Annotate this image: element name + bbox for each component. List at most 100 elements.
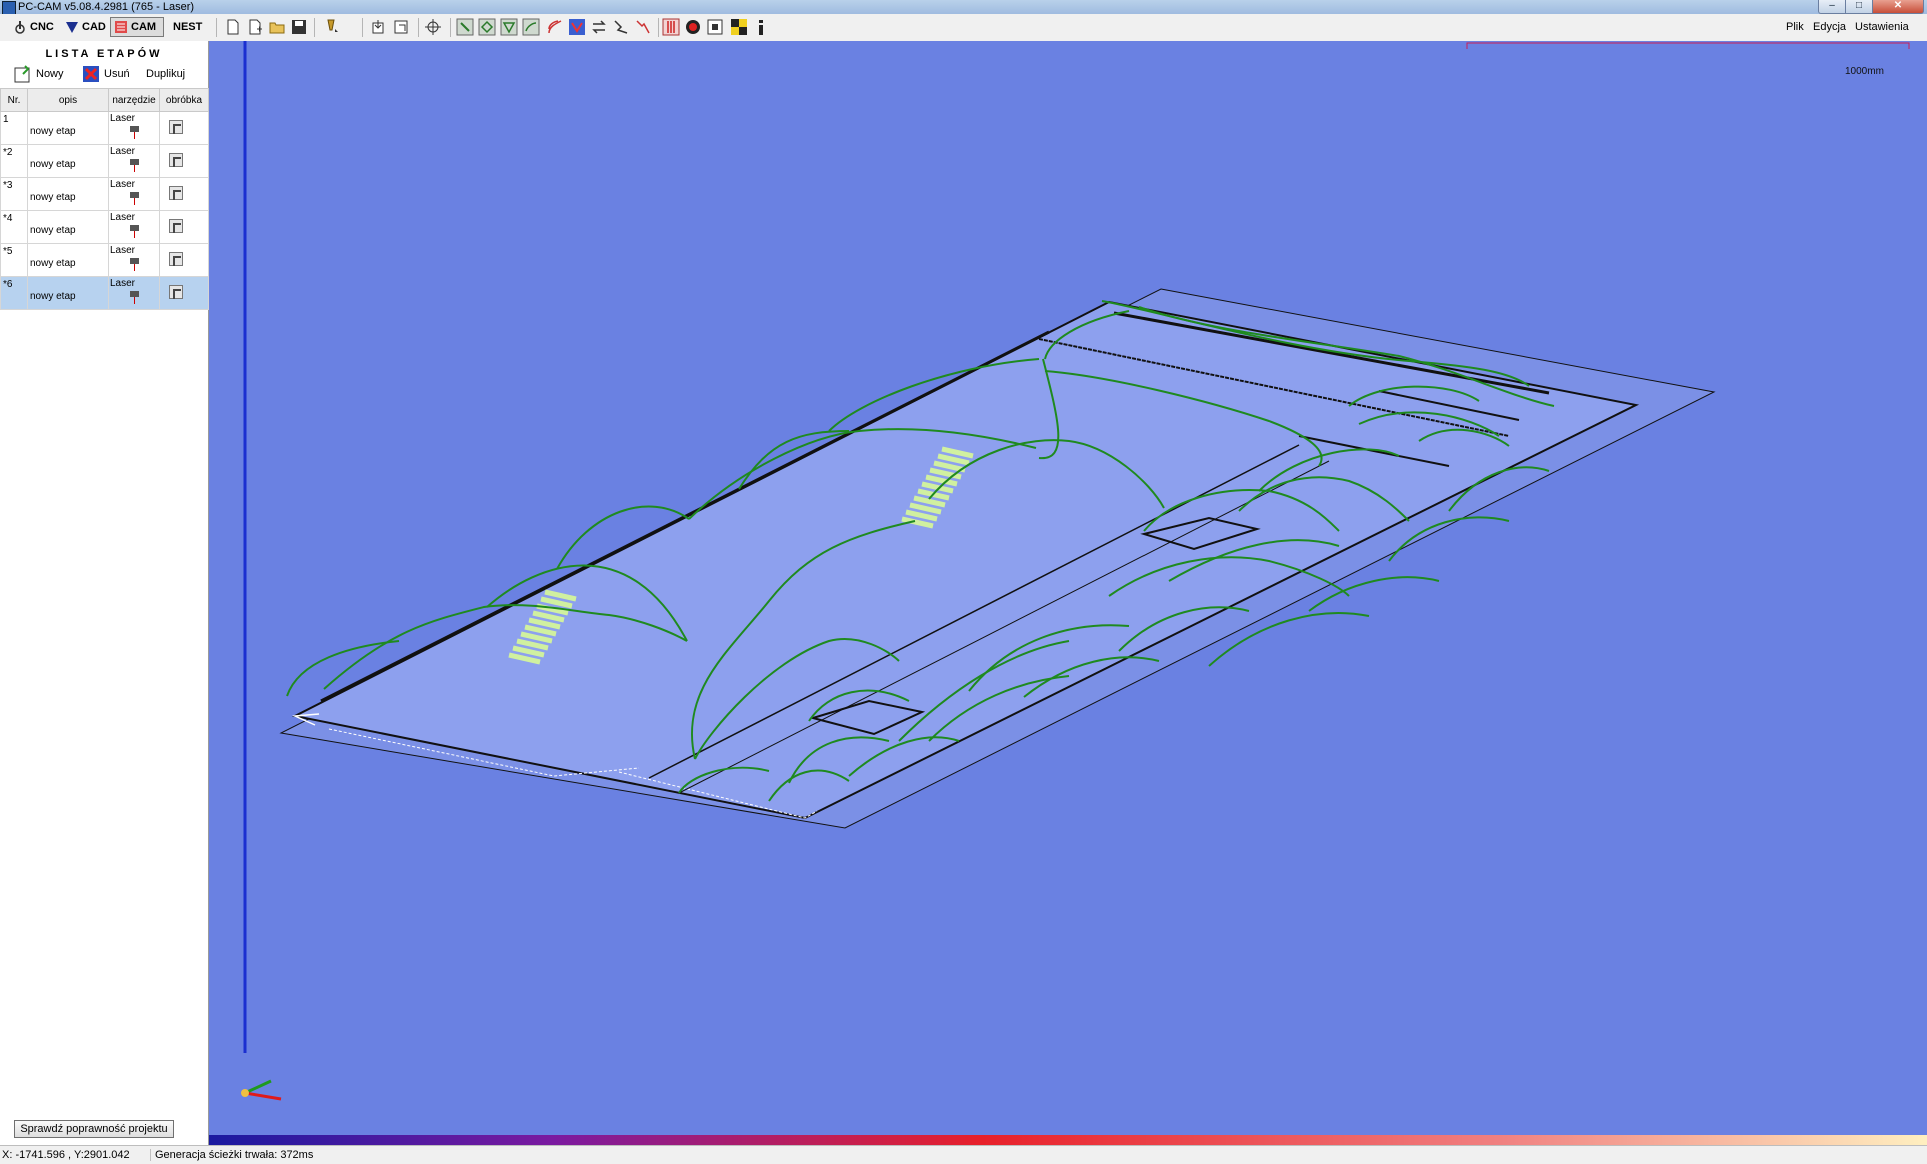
processing-icon <box>169 120 183 134</box>
processing-icon <box>169 186 183 200</box>
cell-tool[interactable]: Laser <box>108 111 160 145</box>
stage-number: *5 <box>3 246 13 257</box>
color-gradient-bar <box>209 1135 1927 1145</box>
table-row-selected[interactable]: *6 nowy etap Laser <box>0 276 209 310</box>
table-row[interactable]: 1 nowy etap Laser <box>0 111 209 145</box>
cell-opis: nowy etap <box>27 177 109 211</box>
cell-processing[interactable] <box>159 111 209 145</box>
cad-icon <box>66 22 78 33</box>
tool-icon[interactable] <box>322 18 340 36</box>
delete-stage-label: Usuń <box>104 68 130 80</box>
stage-tool: Laser <box>110 179 136 190</box>
table-row[interactable]: *4 nowy etap Laser <box>0 210 209 244</box>
stage-icon-3[interactable] <box>500 18 518 36</box>
column-header-opis[interactable]: opis <box>27 88 109 112</box>
laser-icon <box>130 225 139 238</box>
menu-edit[interactable]: Edycja <box>1813 21 1846 33</box>
window-title: PC-CAM v5.08.4.2981 (765 - Laser) <box>18 1 195 13</box>
verify-project-button[interactable]: Sprawdź poprawność projektu <box>14 1120 174 1138</box>
export-icon[interactable] <box>392 18 410 36</box>
column-header-tool[interactable]: narzędzie <box>108 88 160 112</box>
mode-cam-button[interactable]: CAM <box>110 17 164 37</box>
play-icon[interactable] <box>684 18 702 36</box>
stage-tool: Laser <box>110 245 136 256</box>
import-icon[interactable] <box>370 18 388 36</box>
menu-settings[interactable]: Ustawienia <box>1855 21 1909 33</box>
toolbar-separator <box>418 18 419 37</box>
close-button[interactable]: ✕ <box>1872 0 1924 14</box>
save-icon[interactable] <box>290 18 308 36</box>
generate-path-icon[interactable] <box>568 18 586 36</box>
cell-tool[interactable]: Laser <box>108 210 160 244</box>
cell-processing[interactable] <box>159 177 209 211</box>
cell-tool[interactable]: Laser <box>108 177 160 211</box>
cell-tool[interactable]: Laser <box>108 144 160 178</box>
stage-number: *6 <box>3 279 13 290</box>
status-bar: X: -1741.596 , Y:2901.042 Generacja ście… <box>0 1145 1927 1164</box>
swap-icon[interactable] <box>590 18 608 36</box>
table-header: Nr. opis narzędzie obróbka <box>0 88 209 112</box>
stage-tool: Laser <box>110 212 136 223</box>
table-row[interactable]: *3 nowy etap Laser <box>0 177 209 211</box>
stage-icon-5[interactable] <box>546 18 564 36</box>
laser-icon <box>130 258 139 271</box>
sequence-icon[interactable] <box>662 18 680 36</box>
toolpath-canvas[interactable] <box>209 41 1927 1135</box>
cell-processing[interactable] <box>159 243 209 277</box>
new-file-icon[interactable] <box>224 18 242 36</box>
app-icon <box>2 1 16 15</box>
toolbar-separator <box>658 18 659 37</box>
column-header-nr[interactable]: Nr. <box>0 88 28 112</box>
stage-description: nowy etap <box>30 126 76 137</box>
laser-icon <box>130 291 139 304</box>
reverse-icon[interactable] <box>612 18 630 36</box>
stage-description: nowy etap <box>30 291 76 302</box>
checker-icon[interactable] <box>730 18 748 36</box>
maximize-button[interactable]: □ <box>1845 0 1873 14</box>
cell-tool[interactable]: Laser <box>108 276 160 310</box>
cell-opis: nowy etap <box>27 111 109 145</box>
title-bar: PC-CAM v5.08.4.2981 (765 - Laser) – □ ✕ <box>0 0 1927 15</box>
cell-nr: *2 <box>0 144 28 178</box>
stage-icon-2[interactable] <box>478 18 496 36</box>
stage-icon-1[interactable] <box>456 18 474 36</box>
minimize-button[interactable]: – <box>1818 0 1846 14</box>
cell-processing[interactable] <box>159 144 209 178</box>
stage-description: nowy etap <box>30 258 76 269</box>
stage-description: nowy etap <box>30 225 76 236</box>
mode-cad-button[interactable]: CAD <box>62 17 110 37</box>
duplicate-stage-button[interactable]: Duplikuj <box>146 65 185 83</box>
new-from-template-icon[interactable] <box>246 18 264 36</box>
menu-file[interactable]: Plik <box>1786 21 1804 33</box>
duplicate-stage-label: Duplikuj <box>146 68 186 80</box>
toolbar-separator <box>362 18 363 37</box>
cam-viewport[interactable]: 1000mm <box>209 41 1927 1135</box>
column-header-processing[interactable]: obróbka <box>159 88 209 112</box>
mode-nest-button[interactable]: NEST <box>170 17 210 37</box>
main-toolbar: CNC CAD CAM NEST Plik Edycja Ustawienia <box>0 14 1927 42</box>
toolbar-separator <box>314 18 315 37</box>
stop-icon[interactable] <box>706 18 724 36</box>
cell-processing[interactable] <box>159 276 209 310</box>
new-stage-button[interactable]: Nowy <box>14 65 64 83</box>
stage-number: *2 <box>3 147 13 158</box>
panel-title: LISTA ETAPÓW <box>45 48 163 60</box>
stage-icon-4[interactable] <box>522 18 540 36</box>
cell-processing[interactable] <box>159 210 209 244</box>
table-row[interactable]: *2 nowy etap Laser <box>0 144 209 178</box>
open-folder-icon[interactable] <box>268 18 286 36</box>
stage-number: *3 <box>3 180 13 191</box>
optimize-icon[interactable] <box>634 18 652 36</box>
cell-opis: nowy etap <box>27 210 109 244</box>
mode-cnc-button[interactable]: CNC <box>10 17 58 37</box>
delete-stage-button[interactable]: Usuń <box>82 65 130 83</box>
cell-nr: *5 <box>0 243 28 277</box>
info-icon[interactable] <box>752 18 770 36</box>
status-message: Generacja ścieżki trwała: 372ms <box>150 1149 313 1161</box>
table-row[interactable]: *5 nowy etap Laser <box>0 243 209 277</box>
mode-label: CAD <box>82 21 106 33</box>
origin-icon[interactable] <box>424 18 442 36</box>
menu-file-label: Plik <box>1786 21 1804 33</box>
stage-description: nowy etap <box>30 159 76 170</box>
cell-tool[interactable]: Laser <box>108 243 160 277</box>
